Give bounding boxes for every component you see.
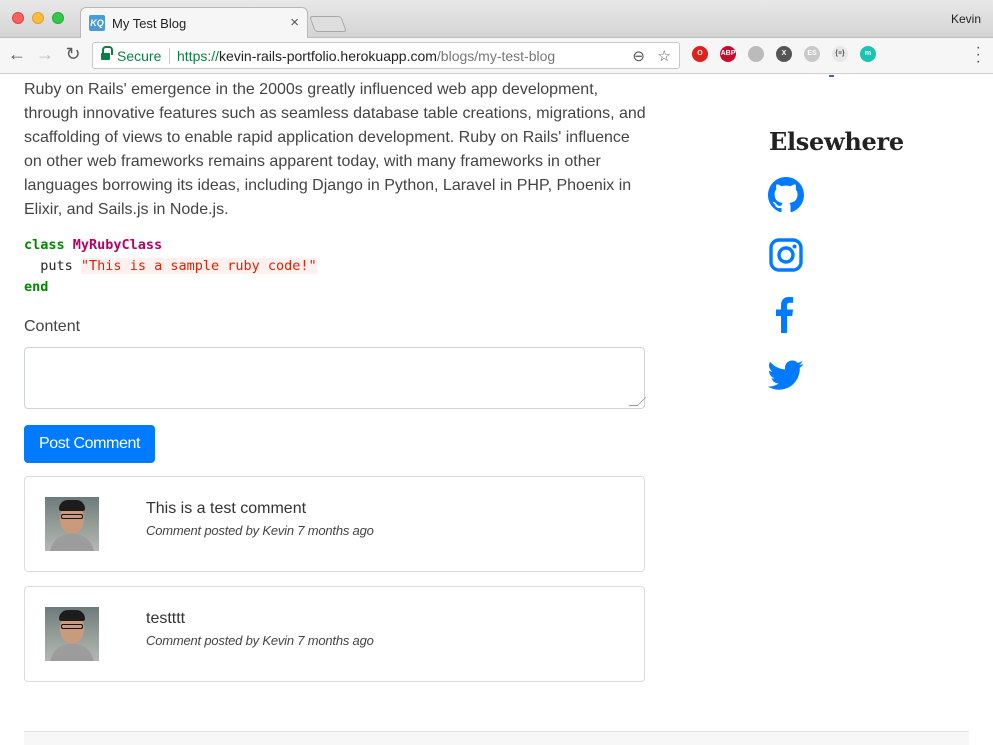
adblock-extension-icon[interactable]: ABP: [720, 46, 736, 62]
code-keyword-class: class: [24, 237, 65, 253]
x-extension-icon[interactable]: X: [776, 46, 792, 62]
sidebar-title: Elsewhere: [769, 127, 904, 156]
minimize-window-button[interactable]: [32, 12, 44, 24]
url-text[interactable]: https://kevin-rails-portfolio.herokuapp.…: [177, 48, 555, 64]
m-extension-icon[interactable]: m: [860, 46, 876, 62]
comment-text: testttt: [146, 610, 186, 627]
post-paragraph: Ruby on Rails' emergence in the 2000s gr…: [24, 81, 646, 218]
comment-meta: Comment posted by Kevin 7 months ago: [146, 633, 374, 648]
zoom-window-button[interactable]: [52, 12, 64, 24]
url-path: /blogs/my-test-blog: [436, 48, 556, 64]
url-host: kevin-rails-portfolio.herokuapp.com: [219, 48, 437, 64]
code-method-call: puts: [40, 258, 73, 274]
comment-text: This is a test comment: [146, 500, 307, 517]
address-bar[interactable]: Secure https://kevin-rails-portfolio.her…: [92, 42, 680, 69]
tab-title: My Test Blog: [112, 16, 187, 31]
browser-menu-icon[interactable]: · · ·: [976, 40, 981, 70]
github-icon[interactable]: [768, 177, 804, 213]
shield-extension-icon[interactable]: [748, 46, 764, 62]
comment-meta: Comment posted by Kevin 7 months ago: [146, 523, 374, 538]
tab-close-icon[interactable]: ×: [290, 14, 299, 31]
code-class-name: MyRubyClass: [72, 237, 163, 253]
browser-toolbar: ← → ↻ Secure https://kevin-rails-portfol…: [0, 38, 993, 74]
lock-icon: [101, 46, 113, 61]
favicon-icon: KQ: [89, 15, 105, 31]
code-string: "This is a sample ruby code!": [80, 258, 317, 274]
opera-extension-icon[interactable]: O: [692, 46, 708, 62]
bookmark-star-icon[interactable]: ☆: [658, 47, 671, 65]
back-arrow-icon[interactable]: ←: [6, 44, 28, 65]
comment-textarea[interactable]: [24, 347, 645, 409]
window-titlebar: KQ My Test Blog × Kevin: [0, 0, 993, 38]
twitter-icon[interactable]: [768, 357, 804, 393]
url-scheme: https://: [177, 48, 220, 64]
instagram-icon[interactable]: [768, 237, 804, 273]
close-window-button[interactable]: [12, 12, 24, 24]
reload-icon[interactable]: ↻: [62, 44, 84, 65]
page-content: Ruby on Rails' emergence in the 2000s gr…: [0, 75, 993, 745]
code-keyword-end: end: [24, 279, 49, 295]
content-label: Content: [24, 318, 81, 335]
post-comment-button[interactable]: Post Comment: [24, 425, 155, 463]
new-tab-button[interactable]: [309, 16, 347, 32]
json-extension-icon[interactable]: {≡}: [832, 46, 848, 62]
footer-divider: [24, 731, 969, 745]
es-extension-icon[interactable]: ES: [804, 46, 820, 62]
code-block: class MyRubyClass puts "This is a sample…: [24, 235, 317, 298]
partial-link: [829, 75, 834, 77]
zoom-icon[interactable]: ⊖: [632, 47, 645, 65]
profile-name[interactable]: Kevin: [951, 12, 981, 26]
comment-card: testttt Comment posted by Kevin 7 months…: [24, 586, 645, 682]
secure-label: Secure: [117, 48, 162, 64]
facebook-icon[interactable]: [768, 297, 804, 333]
comment-card: This is a test comment Comment posted by…: [24, 476, 645, 572]
avatar: [45, 497, 99, 551]
avatar: [45, 607, 99, 661]
omnibox-separator: [169, 48, 170, 64]
browser-tab[interactable]: KQ My Test Blog ×: [80, 7, 308, 38]
forward-arrow-icon[interactable]: →: [34, 44, 56, 65]
